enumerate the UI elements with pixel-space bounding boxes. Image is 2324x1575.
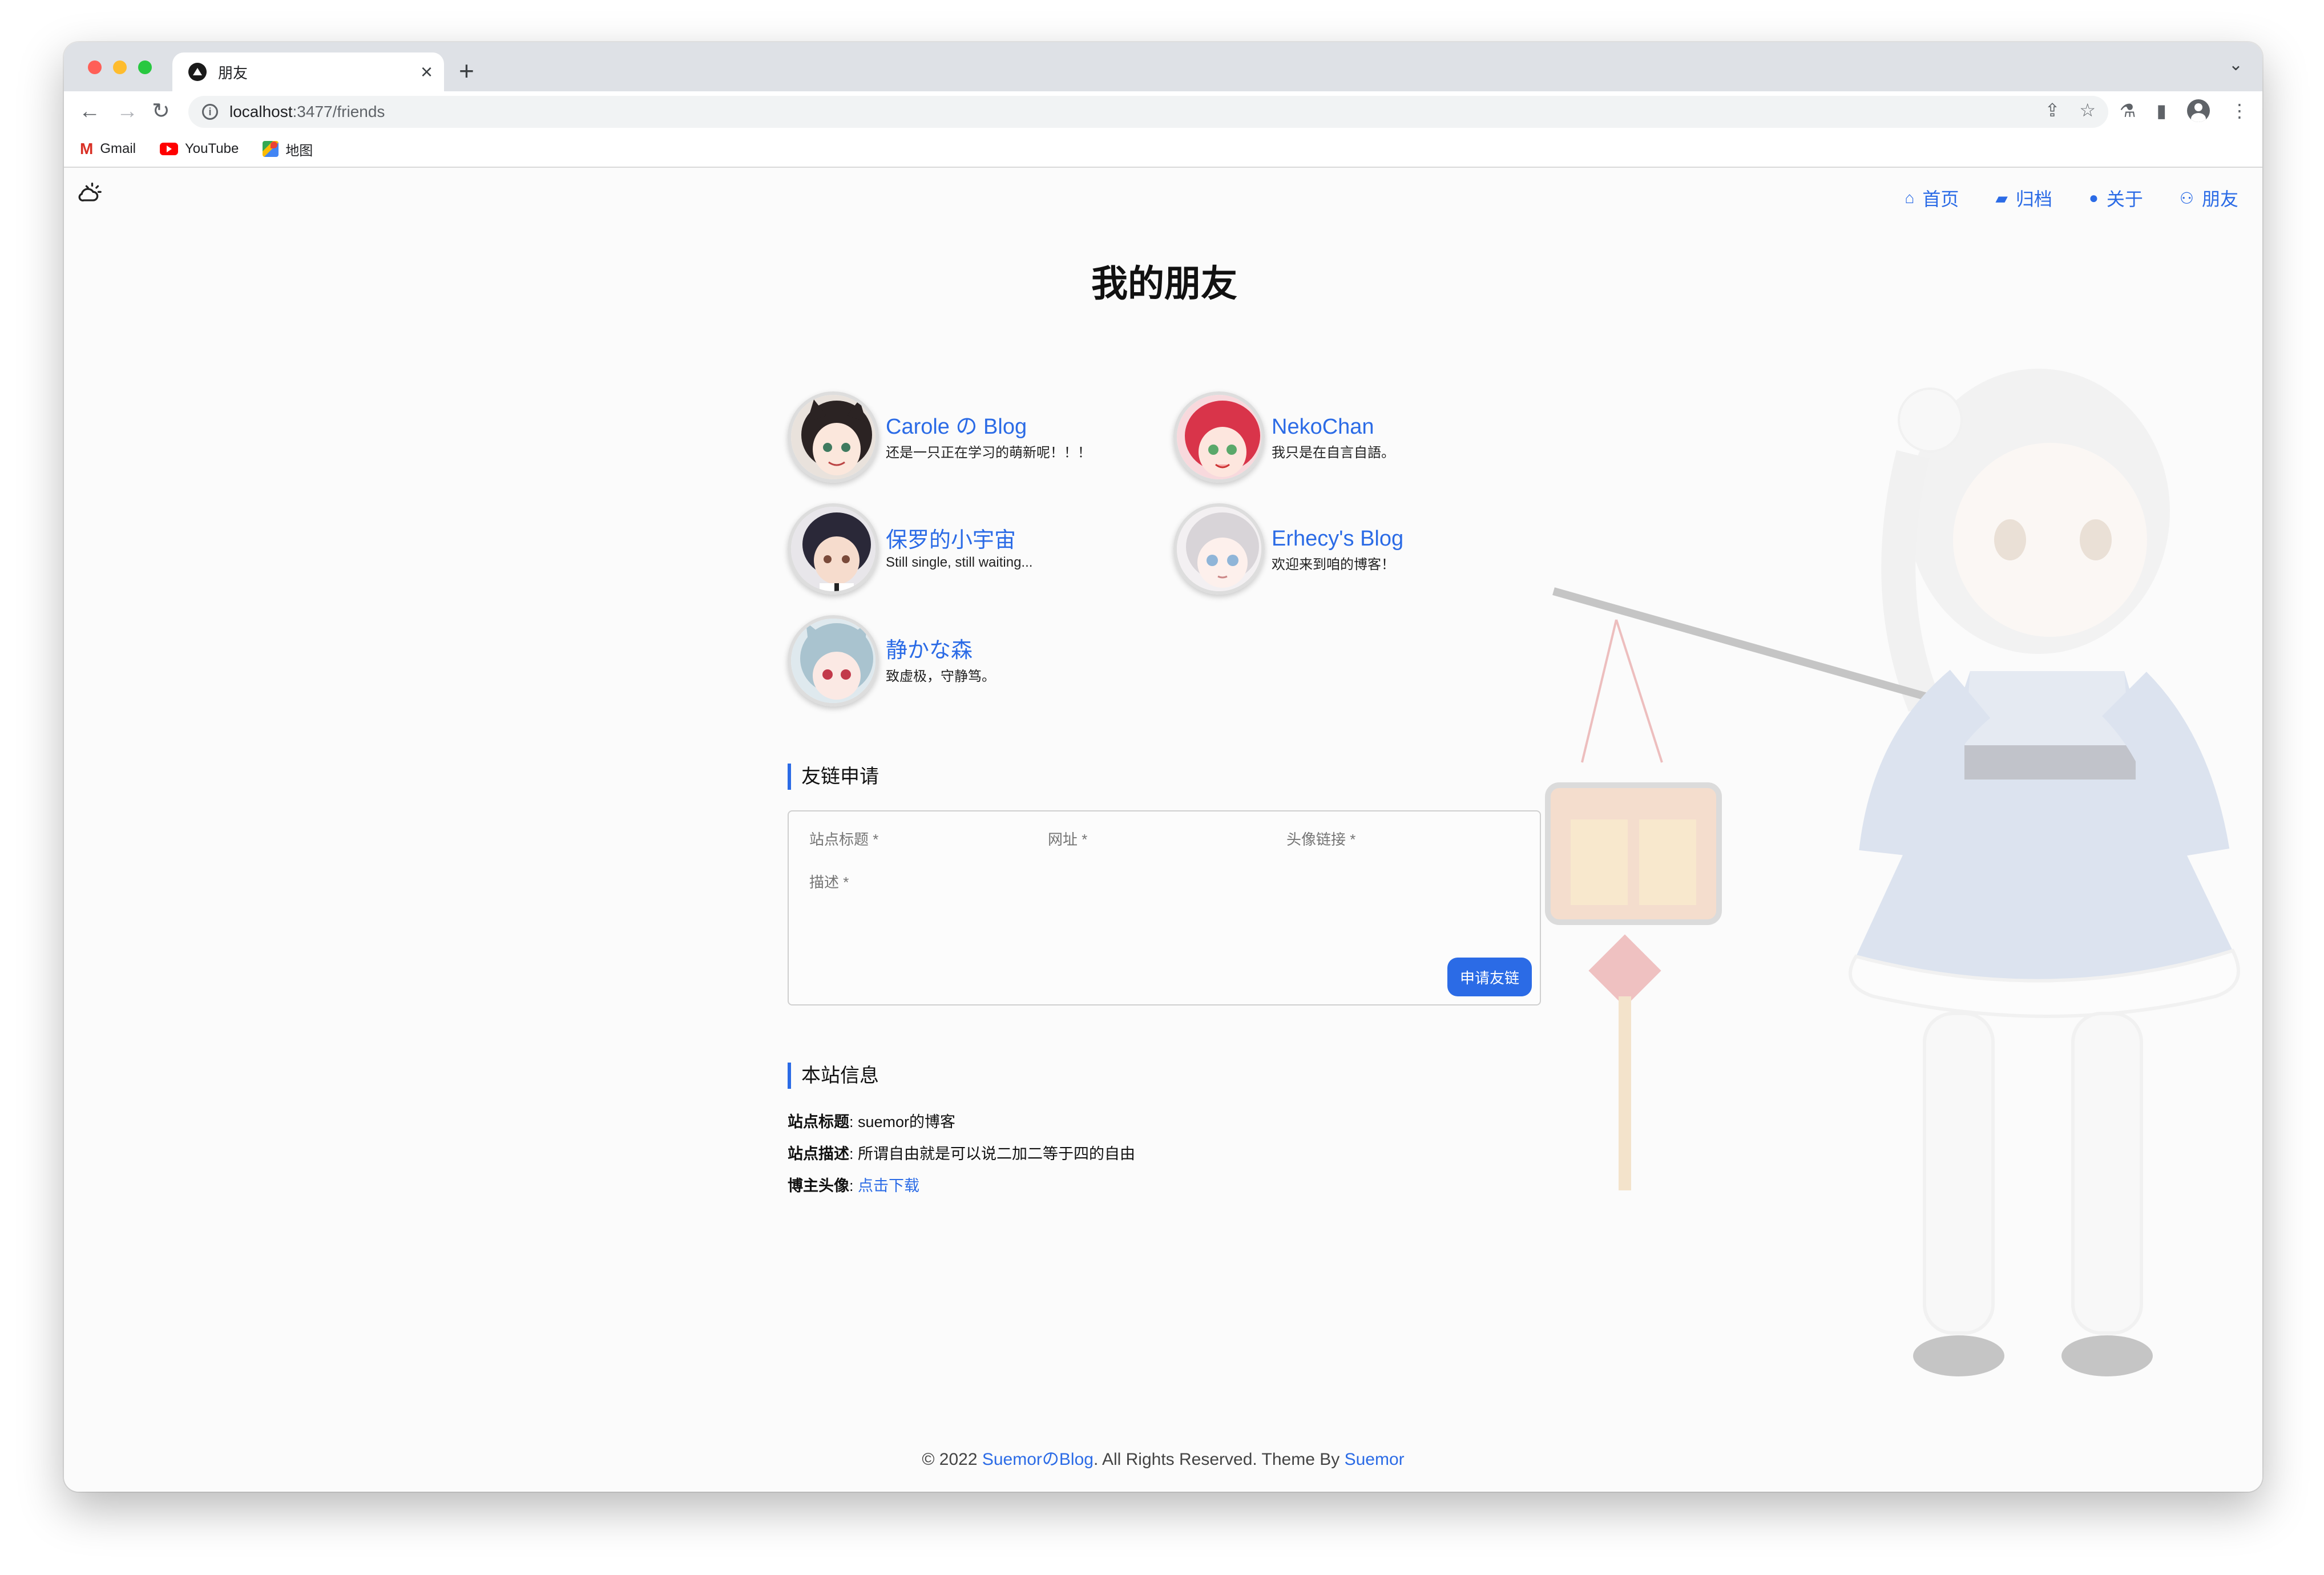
description-textarea[interactable] bbox=[809, 871, 1437, 974]
friend-card[interactable]: NekoChan 我只是在自言自語。 bbox=[1173, 391, 1395, 483]
friend-avatar[interactable] bbox=[1173, 503, 1265, 595]
friend-name-link[interactable]: 静かな森 bbox=[886, 637, 995, 664]
maximize-window-button[interactable] bbox=[138, 60, 152, 74]
nav-archive[interactable]: ▰ 归档 bbox=[1995, 185, 2052, 211]
nav-about[interactable]: ● 关于 bbox=[2089, 185, 2143, 211]
page-footer: © 2022 SuemorのBlog. All Rights Reserved.… bbox=[64, 1445, 2262, 1470]
friend-description: 欢迎来到咱的博客！ bbox=[1272, 556, 1395, 572]
info-label: 博主头像 bbox=[788, 1177, 849, 1194]
avatar-url-input[interactable] bbox=[1286, 831, 1503, 849]
forward-arrow-icon[interactable]: → bbox=[116, 97, 138, 126]
footer-blog-link[interactable]: SuemorのBlog bbox=[982, 1450, 1094, 1469]
nav-label: 归档 bbox=[2015, 189, 2052, 209]
users-icon: ⚇ bbox=[2179, 189, 2194, 207]
tab-title: 朋友 bbox=[218, 64, 248, 82]
site-title-input[interactable] bbox=[809, 831, 1026, 849]
footer-author-link[interactable]: Suemor bbox=[1345, 1450, 1405, 1469]
friend-card[interactable]: 保罗的小宇宙 Still single, still waiting... bbox=[788, 503, 1032, 595]
url-host: localhost bbox=[229, 103, 293, 120]
home-icon: ⌂ bbox=[1905, 189, 1915, 207]
web-page: ⌂ 首页 ▰ 归档 ● 关于 ⚇ 朋友 我的朋友 Carole の Blog 还… bbox=[64, 169, 2262, 1492]
avatar-download-link[interactable]: 点击下载 bbox=[858, 1177, 919, 1194]
friend-card[interactable]: Carole の Blog 还是一只正在学习的萌新呢！！！ bbox=[788, 391, 1091, 483]
friend-name-link[interactable]: NekoChan bbox=[1272, 414, 1395, 440]
url-path: :3477/friends bbox=[292, 103, 385, 120]
browser-toolbar: ← → ↻ i localhost:3477/friends ⇪ ☆ ⚗ ▮ ⋮ bbox=[64, 91, 2262, 131]
youtube-icon bbox=[160, 143, 178, 155]
mascot-illustration bbox=[1545, 369, 2240, 1376]
friend-avatar[interactable] bbox=[1173, 391, 1265, 483]
bookmarks-bar: M Gmail YouTube 地图 bbox=[64, 131, 2262, 168]
info-value: suemor的博客 bbox=[858, 1113, 956, 1130]
bookmark-label: YouTube bbox=[185, 141, 239, 156]
nav-label: 关于 bbox=[2106, 189, 2143, 209]
new-tab-button[interactable]: + bbox=[459, 54, 474, 88]
friend-avatar[interactable] bbox=[788, 391, 879, 483]
tab-search-chevron-icon[interactable]: ⌄ bbox=[2229, 55, 2243, 75]
bookmark-label: Gmail bbox=[100, 141, 136, 156]
url-input[interactable] bbox=[1048, 831, 1265, 849]
user-icon: ● bbox=[2088, 189, 2099, 207]
window-controls bbox=[88, 60, 152, 74]
site-title-info: 站点标题: suemor的博客 bbox=[788, 1113, 956, 1130]
close-window-button[interactable] bbox=[88, 60, 102, 74]
friend-description: 我只是在自言自語。 bbox=[1272, 445, 1395, 461]
footer-rights: . All Rights Reserved. Theme By bbox=[1093, 1450, 1345, 1469]
bookmark-star-icon[interactable]: ☆ bbox=[2079, 99, 2096, 121]
archive-icon: ▰ bbox=[1995, 189, 2008, 207]
nav-label: 首页 bbox=[1922, 189, 1959, 209]
back-arrow-icon[interactable]: ← bbox=[79, 97, 100, 126]
info-label: 站点描述 bbox=[788, 1145, 849, 1162]
site-description-info: 站点描述: 所谓自由就是可以说二加二等于四的自由 bbox=[788, 1145, 1136, 1162]
friend-name-link[interactable]: Erhecy's Blog bbox=[1272, 526, 1403, 552]
profile-avatar-icon[interactable] bbox=[2187, 99, 2210, 122]
site-info-icon[interactable]: i bbox=[202, 104, 218, 120]
page-title: 我的朋友 bbox=[1091, 263, 1237, 304]
friend-link-form: 申请友链 bbox=[788, 810, 1541, 1005]
friend-description: 致虚极，守静笃。 bbox=[886, 668, 995, 684]
reload-icon[interactable]: ↻ bbox=[152, 97, 170, 126]
friend-description: 还是一只正在学习的萌新呢！！！ bbox=[886, 445, 1091, 461]
tab-close-icon[interactable]: × bbox=[421, 60, 433, 83]
site-navigation: ⌂ 首页 ▰ 归档 ● 关于 ⚇ 朋友 bbox=[1905, 185, 2238, 211]
friend-description: Still single, still waiting... bbox=[886, 555, 1033, 570]
site-info-section-title: 本站信息 bbox=[788, 1063, 879, 1089]
gmail-icon: M bbox=[80, 140, 94, 158]
favicon-icon bbox=[188, 63, 207, 81]
friend-name-link[interactable]: 保罗的小宇宙 bbox=[886, 527, 1032, 554]
bookmark-maps[interactable]: 地图 bbox=[263, 139, 313, 159]
avatar-info: 博主头像: 点击下载 bbox=[788, 1177, 920, 1194]
friend-avatar[interactable] bbox=[788, 615, 879, 706]
apply-section-title: 友链申请 bbox=[788, 764, 879, 790]
tab-strip: 朋友 × + ⌄ bbox=[64, 42, 2262, 91]
maps-icon bbox=[263, 141, 279, 157]
bookmark-youtube[interactable]: YouTube bbox=[160, 141, 239, 157]
bookmark-label: 地图 bbox=[285, 143, 313, 159]
nav-label: 朋友 bbox=[2201, 189, 2238, 209]
friend-avatar[interactable] bbox=[788, 503, 879, 595]
share-icon[interactable]: ⇪ bbox=[2045, 99, 2060, 121]
nav-home[interactable]: ⌂ 首页 bbox=[1905, 185, 1959, 211]
info-label: 站点标题 bbox=[788, 1113, 849, 1130]
labs-flask-icon[interactable]: ⚗ bbox=[2120, 96, 2136, 126]
apply-friend-link-button[interactable]: 申请友链 bbox=[1447, 958, 1532, 996]
friend-name-link[interactable]: Carole の Blog bbox=[886, 414, 1091, 440]
minimize-window-button[interactable] bbox=[113, 60, 127, 74]
bookmark-gmail[interactable]: M Gmail bbox=[80, 140, 136, 158]
friend-card[interactable]: 静かな森 致虚极，守静笃。 bbox=[788, 615, 995, 706]
more-menu-icon[interactable]: ⋮ bbox=[2230, 96, 2249, 126]
theme-toggle-icon[interactable] bbox=[76, 181, 102, 212]
info-value: 所谓自由就是可以说二加二等于四的自由 bbox=[858, 1145, 1136, 1162]
friend-card[interactable]: Erhecy's Blog 欢迎来到咱的博客！ bbox=[1173, 503, 1403, 595]
tab-friends[interactable]: 朋友 × bbox=[172, 52, 444, 91]
footer-copyright: © 2022 bbox=[922, 1450, 982, 1469]
address-bar[interactable]: i localhost:3477/friends ⇪ ☆ bbox=[188, 96, 2108, 128]
browser-window: 朋友 × + ⌄ ← → ↻ i localhost:3477/friends … bbox=[64, 42, 2262, 1492]
side-panel-icon[interactable]: ▮ bbox=[2156, 96, 2166, 126]
nav-friends[interactable]: ⚇ 朋友 bbox=[2180, 185, 2238, 211]
